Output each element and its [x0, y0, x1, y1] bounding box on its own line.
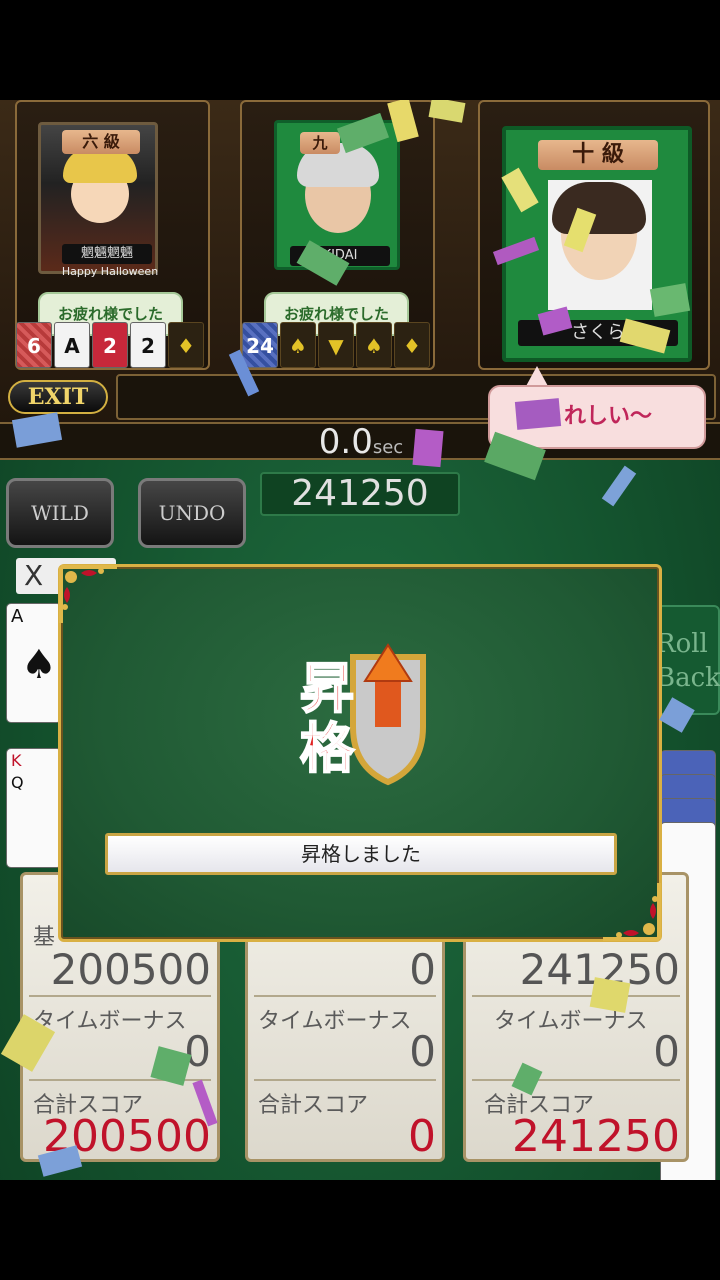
total-score: 241250 [512, 1111, 680, 1162]
player-3-rank: 十 級 [538, 140, 658, 170]
ace-card[interactable]: A ♠ [6, 603, 62, 723]
player-1-hand: 6 A 2 2 ♦ [16, 322, 204, 368]
status-bar [0, 0, 720, 100]
timer-unit: sec [372, 437, 404, 458]
player-1-subtitle: Happy Halloween [61, 265, 159, 278]
player-2-rank: 九 [300, 132, 340, 154]
exit-button[interactable]: EXIT [8, 380, 108, 414]
time-bonus-label: タイムボーナス [258, 1009, 412, 1034]
base-score: 0 [409, 945, 436, 994]
promotion-dialog[interactable]: 昇 格 昇格しました [58, 564, 662, 942]
divider [254, 1079, 436, 1081]
player-2-hand: 24 ♠ ▼ ♠ ♦ [242, 322, 430, 368]
game-screen: 六 級 魍魎魍魎 Happy Halloween お疲れ様でした 6 A 2 2… [0, 100, 720, 1180]
corner-ornament-icon [59, 565, 117, 623]
player-1-card: A [54, 322, 90, 368]
ace-rank: A [11, 606, 24, 627]
confetti [514, 398, 562, 430]
player-1-name: 魍魎魍魎 [62, 244, 152, 264]
wild-button[interactable]: WILD [6, 478, 114, 548]
base-score: 200500 [50, 945, 211, 994]
divider [254, 995, 436, 997]
confetti [412, 428, 444, 468]
player-2-card: ♠ [356, 322, 392, 368]
total-score-label: 合計スコア [258, 1093, 369, 1118]
king-rank: K [11, 751, 22, 770]
confetti [601, 465, 637, 507]
confetti [589, 977, 631, 1013]
divider [472, 1079, 680, 1081]
timer-value: 0.0 [318, 422, 373, 462]
navigation-bar [0, 1180, 720, 1280]
queen-rank: Q [11, 773, 24, 792]
player-3-hair [552, 182, 646, 234]
promotion-message: 昇格しました [105, 833, 617, 875]
divider [472, 995, 680, 997]
king-queen-card[interactable]: K Q [6, 748, 62, 868]
player-2-card: ▼ [318, 322, 354, 368]
player-1-card: 2 [130, 322, 166, 368]
time-bonus-label: タイムボーナス [33, 1009, 187, 1034]
time-bonus: 0 [409, 1027, 436, 1076]
divider [29, 995, 211, 997]
player-1-card: 6 [16, 322, 52, 368]
spade-icon: ♠ [21, 642, 57, 688]
time-bonus: 0 [184, 1027, 211, 1076]
undo-button[interactable]: UNDO [138, 478, 246, 548]
emblem-text-2: 格 [300, 716, 355, 780]
total-score: 0 [408, 1111, 436, 1162]
emblem-text-1: 昇 [300, 656, 354, 720]
current-score: 241250 [260, 472, 460, 516]
opponents-header: 六 級 魍魎魍魎 Happy Halloween お疲れ様でした 6 A 2 2… [0, 100, 720, 462]
player-2-card: 24 [242, 322, 278, 368]
time-bonus: 0 [653, 1027, 680, 1076]
promotion-emblem-icon: 昇 格 [299, 643, 426, 786]
corner-ornament-icon [603, 883, 661, 941]
player-2-card: ♠ [280, 322, 316, 368]
player-1-card: ♦ [168, 322, 204, 368]
player-1-rank: 六 級 [62, 130, 140, 154]
player-1-card: 2 [92, 322, 128, 368]
player-2-card: ♦ [394, 322, 430, 368]
